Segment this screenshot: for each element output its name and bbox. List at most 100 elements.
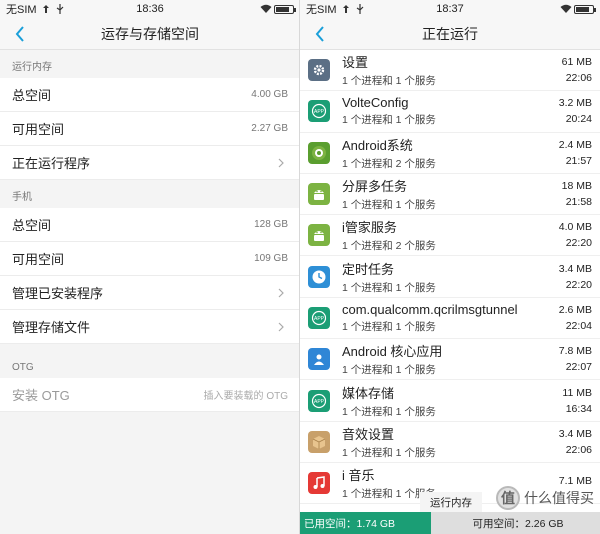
row-label: 安装 OTG bbox=[12, 388, 70, 403]
android-icon bbox=[308, 224, 330, 247]
app-icon: APP bbox=[308, 100, 330, 123]
watermark-text: 什么值得买 bbox=[524, 490, 594, 506]
usb-icon bbox=[355, 4, 365, 14]
music-icon bbox=[308, 472, 330, 495]
page-title: 正在运行 bbox=[422, 25, 478, 42]
vpn-icon bbox=[41, 4, 51, 14]
process-list: 设置 1 个进程和 1 个服务 61 MB 22:06 APP VolteConfig 1 … bbox=[300, 50, 600, 534]
process-memory: 3.4 MB bbox=[558, 262, 592, 275]
status-bar: 无SIM 18:37 bbox=[300, 0, 600, 18]
process-time: 21:58 bbox=[565, 196, 592, 209]
row-value: 插入要装载的 OTG bbox=[203, 391, 288, 402]
svg-text:APP: APP bbox=[314, 399, 325, 405]
process-name: i管家服务 bbox=[342, 220, 397, 236]
process-info: 分屏多任务 1 个进程和 1 个服务 bbox=[342, 176, 562, 212]
process-name: 音效设置 bbox=[342, 426, 395, 442]
chevron-right-icon bbox=[278, 288, 288, 298]
back-button[interactable] bbox=[10, 24, 30, 44]
page-title: 运存与存储空间 bbox=[101, 25, 199, 42]
process-row[interactable]: 设置 1 个进程和 1 个服务 61 MB 22:06 bbox=[300, 50, 600, 92]
process-time: 20:24 bbox=[565, 113, 592, 126]
process-detail: 1 个进程和 1 个服务 bbox=[342, 446, 436, 459]
process-meta: 18 MB 21:58 bbox=[562, 180, 592, 208]
process-name: Android系统 bbox=[342, 137, 413, 153]
settings-icon bbox=[308, 59, 330, 82]
process-time: 16:34 bbox=[565, 402, 592, 415]
process-memory: 3.2 MB bbox=[558, 97, 592, 110]
process-meta: 7.8 MB 22:07 bbox=[559, 345, 592, 373]
memory-popup-label: 运行内存 bbox=[420, 492, 482, 512]
status-bar: 无SIM 18:36 bbox=[0, 0, 300, 18]
process-memory: 2.4 MB bbox=[558, 138, 592, 151]
row-label: 可用空间 bbox=[12, 252, 65, 267]
process-name: i 音乐 bbox=[342, 468, 375, 484]
process-meta: 61 MB 22:06 bbox=[562, 56, 592, 84]
process-info: 定时任务 1 个进程和 1 个服务 bbox=[342, 259, 559, 295]
process-detail: 1 个进程和 1 个服务 bbox=[342, 405, 436, 418]
process-time: 22:06 bbox=[565, 72, 592, 85]
phone-available-row: 可用空间 109 GB bbox=[0, 242, 300, 276]
process-memory: 61 MB bbox=[561, 56, 592, 69]
install-otg-row: 安装 OTG 插入要装载的 OTG bbox=[0, 378, 300, 412]
process-name: 定时任务 bbox=[342, 261, 395, 277]
process-info: 媒体存储 1 个进程和 1 个服务 bbox=[342, 383, 562, 419]
row-label: 总空间 bbox=[12, 218, 52, 233]
process-detail: 1 个进程和 2 个服务 bbox=[342, 240, 436, 253]
manage-apps-row[interactable]: 管理已安装程序 bbox=[0, 276, 300, 310]
running-apps-row[interactable]: 正在运行程序 bbox=[0, 146, 300, 180]
process-info: VolteConfig 1 个进程和 1 个服务 bbox=[342, 95, 559, 127]
process-row[interactable]: 分屏多任务 1 个进程和 1 个服务 18 MB 21:58 bbox=[300, 173, 600, 216]
process-row[interactable]: Android 核心应用 1 个进程和 1 个服务 7.8 MB 22:07 bbox=[300, 339, 600, 381]
manage-files-row[interactable]: 管理存储文件 bbox=[0, 310, 300, 344]
process-info: i管家服务 1 个进程和 2 个服务 bbox=[342, 217, 559, 253]
process-row[interactable]: 音效设置 1 个进程和 1 个服务 3.4 MB 22:06 bbox=[300, 421, 600, 463]
carrier-label: 无SIM bbox=[306, 4, 337, 16]
process-info: Android系统 1 个进程和 2 个服务 bbox=[342, 135, 559, 171]
process-row[interactable]: i管家服务 1 个进程和 2 个服务 4.0 MB 22:20 bbox=[300, 215, 600, 257]
svg-text:APP: APP bbox=[314, 109, 325, 115]
process-row[interactable]: APP 媒体存储 1 个进程和 1 个服务 11 MB 16:34 bbox=[300, 380, 600, 422]
section-phone-label: 手机 bbox=[12, 192, 32, 203]
process-meta: 4.0 MB 22:20 bbox=[559, 221, 592, 249]
process-info: Android 核心应用 1 个进程和 1 个服务 bbox=[342, 341, 559, 377]
process-memory: 18 MB bbox=[561, 180, 592, 193]
process-time: 22:04 bbox=[565, 319, 592, 332]
clock-icon bbox=[308, 265, 330, 288]
process-row[interactable]: APP com.qualcomm.qcrilmsgtunnel 1 个进程和 1 个… bbox=[300, 297, 600, 340]
process-name: VolteConfig bbox=[342, 95, 409, 111]
row-value: 128 GB bbox=[254, 219, 288, 230]
process-name: com.qualcomm.qcrilmsgtunnel bbox=[342, 301, 518, 317]
row-value: 109 GB bbox=[254, 253, 288, 264]
row-label: 正在运行程序 bbox=[12, 156, 91, 171]
process-time: 22:07 bbox=[565, 361, 592, 374]
back-button[interactable] bbox=[310, 24, 330, 44]
running-apps-screen: 无SIM 18:37 正在运行 设置 1 个进程和 1 个服务 61 MB 22:06… bbox=[300, 0, 600, 534]
process-detail: 1 个进程和 1 个服务 bbox=[342, 281, 436, 294]
process-meta: 2.4 MB 21:57 bbox=[559, 139, 592, 167]
svg-text:APP: APP bbox=[314, 316, 325, 322]
chevron-right-icon bbox=[278, 322, 288, 332]
process-memory: 2.6 MB bbox=[558, 303, 592, 316]
process-name: 媒体存储 bbox=[342, 385, 395, 401]
process-meta: 11 MB 16:34 bbox=[562, 387, 592, 415]
box-icon bbox=[308, 430, 330, 453]
battery-icon bbox=[574, 4, 596, 14]
storage-screen: 无SIM 18:36 运存与存储空间 运行内存 总空间 4.00 GB 可用空间… bbox=[0, 0, 300, 534]
memory-free: 可用空间：2.26 GB bbox=[430, 512, 600, 534]
process-memory: 3.4 MB bbox=[558, 427, 592, 440]
wifi-icon bbox=[560, 4, 572, 14]
memory-used: 已用空间：1.74 GB bbox=[300, 512, 431, 534]
process-meta: 2.6 MB 22:04 bbox=[559, 304, 592, 332]
process-row[interactable]: Android系统 1 个进程和 2 个服务 2.4 MB 21:57 bbox=[300, 132, 600, 174]
section-otg-label: OTG bbox=[12, 362, 34, 373]
row-label: 管理已安装程序 bbox=[12, 286, 104, 301]
back-chevron-icon bbox=[315, 26, 324, 42]
app-icon: APP bbox=[308, 306, 330, 329]
process-row[interactable]: APP VolteConfig 1 个进程和 1 个服务 3.2 MB 20:24 bbox=[300, 91, 600, 133]
row-value: 2.27 GB bbox=[251, 123, 288, 134]
watermark-logo: 值 bbox=[496, 486, 520, 510]
process-time: 22:20 bbox=[565, 237, 592, 250]
process-meta: 3.4 MB 22:20 bbox=[559, 263, 592, 291]
process-name: 分屏多任务 bbox=[342, 179, 408, 195]
process-row[interactable]: 定时任务 1 个进程和 1 个服务 3.4 MB 22:20 bbox=[300, 256, 600, 298]
